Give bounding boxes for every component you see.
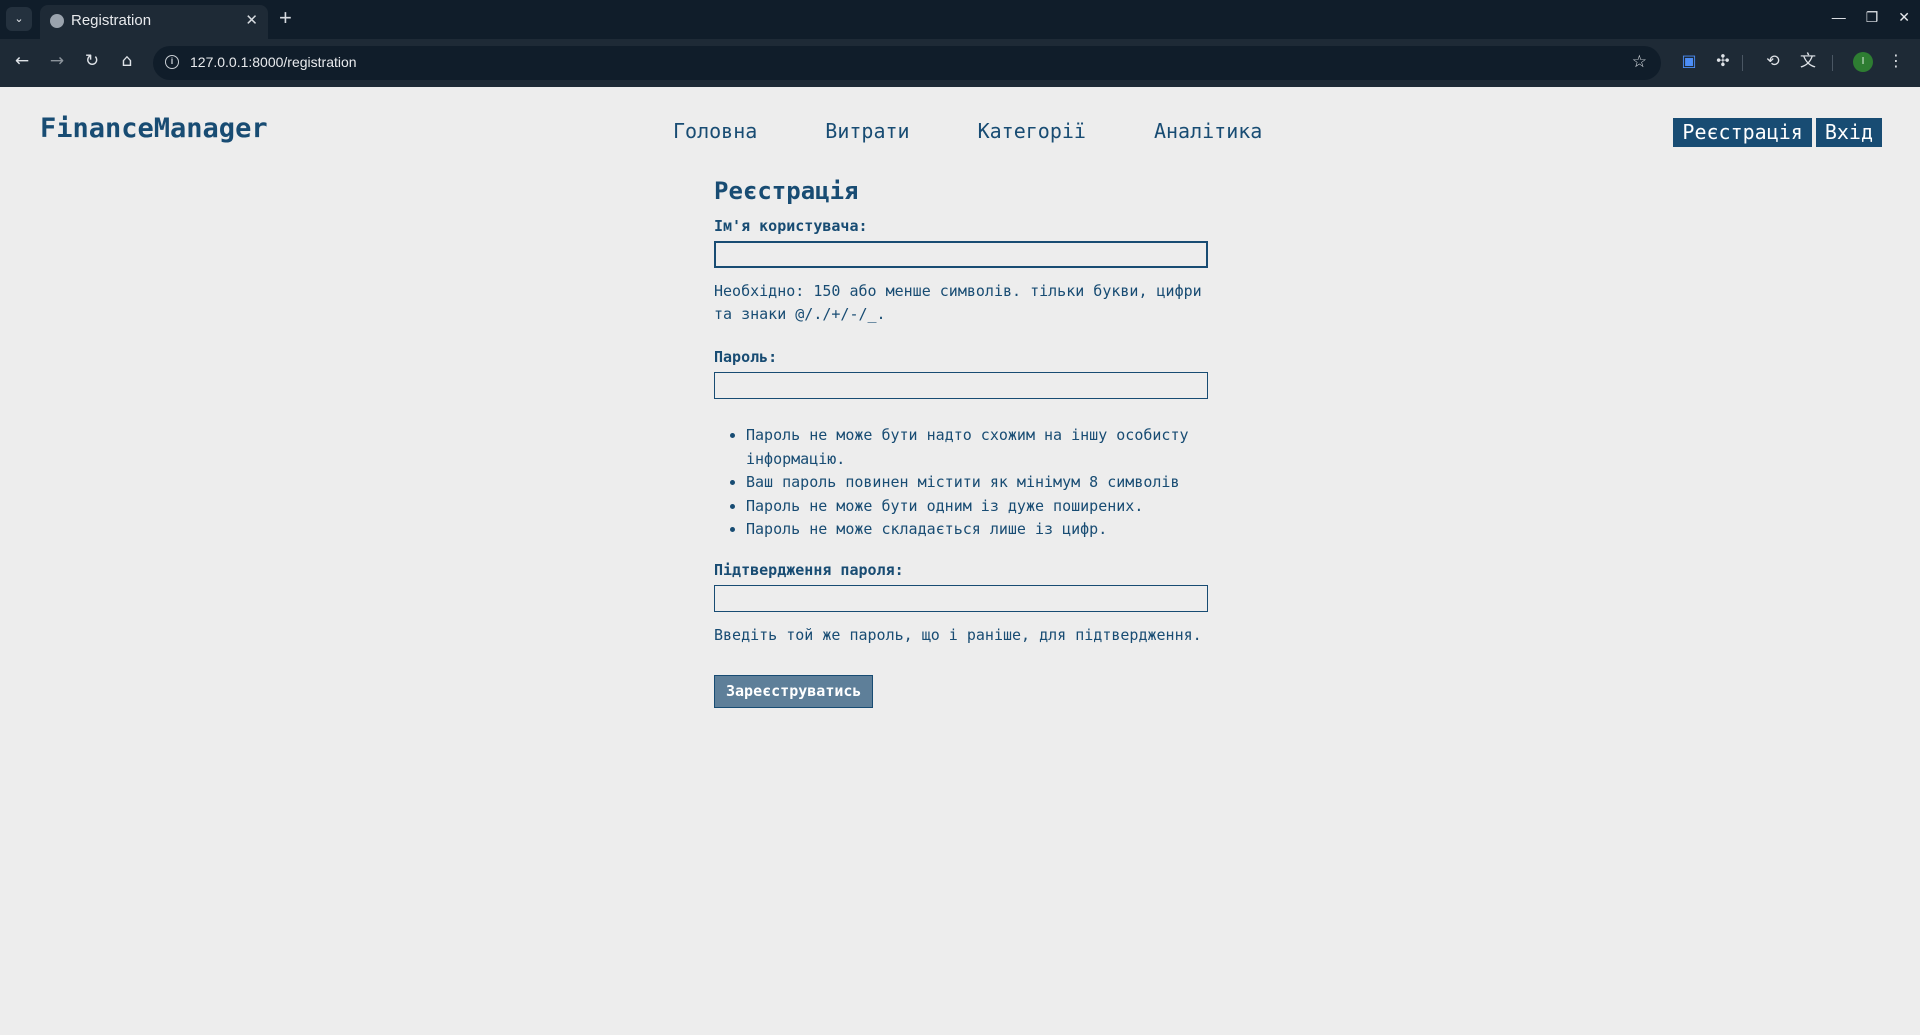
browser-tab-strip: ⌄ Registration ✕ + — ❐ ✕ xyxy=(0,0,1920,39)
password-confirm-input[interactable] xyxy=(714,584,1208,612)
nav-link-expenses[interactable]: Витрати xyxy=(825,119,909,143)
tab-title: Registration xyxy=(71,12,152,29)
home-icon[interactable]: ⌂ xyxy=(115,49,139,73)
registration-form: Реєстрація Ім'я користувача: Необхідно: … xyxy=(714,177,1214,708)
window-close-icon[interactable]: ✕ xyxy=(1898,9,1910,26)
close-icon[interactable]: ✕ xyxy=(245,11,258,29)
main-navigation: Головна Витрати Категорії Аналітика xyxy=(673,119,1330,143)
username-help-text: Необхідно: 150 або менше символів. тільк… xyxy=(714,282,1202,323)
globe-icon xyxy=(50,14,64,28)
page-content: FinanceManager Головна Витрати Категорії… xyxy=(0,87,1920,1035)
auth-buttons: Реєстрація Вхід xyxy=(1673,118,1882,147)
password-rule: Пароль не може бути надто схожим на іншу… xyxy=(746,424,1214,471)
arrow-right-icon[interactable]: → xyxy=(45,49,69,73)
puzzle-icon[interactable]: ✣ xyxy=(1712,50,1734,72)
translate-icon[interactable]: 文 xyxy=(1797,50,1819,72)
url-text[interactable]: 127.0.0.1:8000/registration xyxy=(190,54,357,70)
profile-avatar[interactable]: I xyxy=(1853,52,1873,72)
password-rule: Пароль не може бути одним із дуже пошире… xyxy=(746,495,1214,519)
nav-link-analytics[interactable]: Аналітика xyxy=(1154,119,1262,143)
submit-register-button[interactable]: Зареєструватись xyxy=(714,674,874,708)
password-confirm-label: Підтвердження пароля: xyxy=(714,560,904,579)
password-rule: Пароль не може складається лише із цифр. xyxy=(746,518,1214,542)
cast-icon[interactable]: ▣ xyxy=(1678,50,1700,72)
browser-tab-active[interactable]: Registration ✕ xyxy=(40,5,268,39)
toolbar-divider xyxy=(1742,55,1743,71)
password-rules-list: Пароль не може бути надто схожим на іншу… xyxy=(714,424,1214,542)
password-rule: Ваш пароль повинен містити як мінімум 8 … xyxy=(746,471,1214,495)
restore-icon[interactable]: ❐ xyxy=(1866,9,1879,26)
nav-link-home[interactable]: Головна xyxy=(673,119,757,143)
star-icon[interactable]: ☆ xyxy=(1632,52,1647,72)
page-title: Реєстрація xyxy=(714,177,859,205)
register-button[interactable]: Реєстрація xyxy=(1673,118,1812,147)
info-icon[interactable]: i xyxy=(165,55,179,69)
password-label: Пароль: xyxy=(714,348,778,366)
chevron-down-icon[interactable]: ⌄ xyxy=(6,7,32,31)
address-bar[interactable]: i 127.0.0.1:8000/registration ☆ xyxy=(153,46,1661,80)
toolbar-divider xyxy=(1832,55,1833,71)
site-logo[interactable]: FinanceManager xyxy=(40,113,268,144)
username-label: Ім'я користувача: xyxy=(714,217,868,235)
nav-link-categories[interactable]: Категорії xyxy=(978,119,1086,143)
browser-toolbar: ← → ↻ ⌂ i 127.0.0.1:8000/registration ☆ … xyxy=(0,39,1920,87)
plus-icon[interactable]: + xyxy=(279,5,292,31)
reload-icon[interactable]: ↻ xyxy=(80,49,104,73)
history-icon[interactable]: ⟲ xyxy=(1762,50,1784,72)
password-confirm-help-text: Введіть той же пароль, що і раніше, для … xyxy=(714,625,1202,644)
kebab-menu-icon[interactable]: ⋮ xyxy=(1885,50,1907,72)
login-button[interactable]: Вхід xyxy=(1815,118,1882,147)
minimize-icon[interactable]: — xyxy=(1832,9,1846,26)
window-controls: — ❐ ✕ xyxy=(1832,9,1910,26)
password-input[interactable] xyxy=(714,372,1208,399)
username-input[interactable] xyxy=(714,241,1208,268)
arrow-left-icon[interactable]: ← xyxy=(10,49,34,73)
